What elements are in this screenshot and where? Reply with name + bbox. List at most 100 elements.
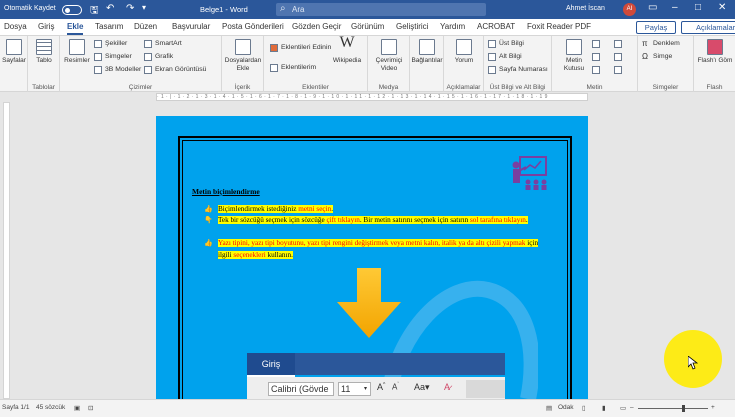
tab-design[interactable]: Tasarım [95,22,123,31]
tab-references[interactable]: Başvurular [172,22,210,31]
insert-from-files-label: Dosyalardan Ekle [224,57,262,72]
mouse-pointer-icon [688,356,698,370]
grow-font-icon[interactable]: A^ [377,382,385,392]
vertical-ruler[interactable] [3,102,10,399]
get-addins-button[interactable]: Eklentileri Edinin [270,44,332,52]
tab-developer[interactable]: Geliştirici [396,22,428,31]
get-addins-label: Eklentileri Edinin [281,44,332,51]
chart-button[interactable]: Grafik [144,53,173,61]
zoom-slider-thumb[interactable] [682,405,685,412]
accessibility-icon[interactable]: ⊡ [88,404,93,412]
save-icon[interactable]: 🖫 [90,3,99,20]
tab-home[interactable]: Giriş [38,22,54,31]
emphasis-text: metni seçin [298,205,332,213]
search-input[interactable]: Ara [276,2,486,16]
text-box-button[interactable]: Metin Kutusu [560,39,588,73]
group-label-text: Metin [586,84,603,91]
document-heading[interactable]: Metin biçimlendirme [192,187,260,196]
table-button[interactable]: Tablo [32,39,56,65]
smartart-button[interactable]: SmartArt [144,40,182,48]
bullet-2[interactable]: 👇 Tek bir sözcüğü seçmek için sözcüğe çi… [204,215,548,227]
horizontal-ruler[interactable]: ·1·|·1·2·1·3·1·4·1·5·1·6·1·7·1·8·1·9·1·1… [0,92,735,102]
customize-toolbar-icon[interactable]: ▾ [142,3,146,12]
header-button[interactable]: Üst Bilgi [488,40,524,48]
pictures-label: Resimler [64,57,90,64]
tab-file[interactable]: Dosya [4,22,27,31]
comment-button[interactable]: Yorum [448,39,480,65]
avatar[interactable]: AI [623,3,636,16]
minimize-icon[interactable]: – [672,2,678,13]
shapes-button[interactable]: Şekiller [94,40,127,48]
online-video-label: Çevrimiçi Video [375,57,403,72]
bullet-1[interactable]: 👍 Biçimlendirmek istediğiniz metni seçin… [204,204,548,216]
tab-insert[interactable]: Ekle [67,22,84,35]
print-layout-icon[interactable]: ▮ [602,404,606,412]
proofing-icon[interactable]: ▣ [74,404,80,412]
bullet-3-text: Yazı tipini, yazı tipi boyutunu, yazı ti… [218,239,539,259]
page-number-button[interactable]: Sayfa Numarası [488,66,548,74]
group-label-symbols: Simgeler [652,84,679,91]
read-mode-icon[interactable]: ▯ [582,404,586,412]
bullet-3[interactable]: 👍 Yazı tipini, yazı tipi boyutunu, yazı … [204,238,548,261]
embed-flash-button[interactable]: Flash'ı Göm [697,39,733,65]
comment-label: Yorum [454,57,474,64]
wikipedia-button[interactable]: W Wikipedia [330,35,364,65]
focus-mode[interactable]: Odak [558,404,574,411]
maximize-icon[interactable]: □ [695,2,701,13]
comments-button[interactable]: Açıklamalar [681,21,735,34]
icons-button[interactable]: Simgeler [94,53,132,61]
tab-review[interactable]: Gözden Geçir [292,22,341,31]
tab-mailings[interactable]: Posta Gönderileri [222,22,284,31]
links-button[interactable]: Bağlantılar [411,39,443,65]
comment-icon [456,39,472,55]
font-name-box[interactable]: Calibri (Gövde [268,382,334,396]
footer-label: Alt Bilgi [499,53,522,60]
shrink-font-icon[interactable]: Aˇ [392,382,399,392]
web-layout-icon[interactable]: ▭ [620,404,626,412]
online-video-button[interactable]: Çevrimiçi Video [370,39,408,73]
font-size-box[interactable]: 11 ▾ [338,382,371,396]
tab-layout[interactable]: Düzen [134,22,157,31]
group-label-illustrations: Çizimler [128,84,153,91]
zoom-out-icon[interactable]: – [630,404,634,411]
redo-icon[interactable]: ↷ [126,3,134,14]
group-label-tables: Tablolar [32,84,55,91]
equation-button[interactable]: π Denklem [642,39,680,48]
group-label-content: İçerik [234,84,251,91]
undo-icon[interactable]: ↶ [106,3,114,14]
zoom-in-icon[interactable]: + [711,404,715,411]
symbol-button[interactable]: Ω Simge [642,52,672,61]
tab-foxit[interactable]: Foxit Reader PDF [527,22,591,31]
group-label-media: Medya [378,84,399,91]
3d-models-button[interactable]: 3B Modeller [94,66,141,74]
zoom-slider[interactable] [638,408,708,409]
screenshot-button[interactable]: Ekran Görüntüsü [144,66,206,74]
my-addins-button[interactable]: Eklentilerim [270,64,316,72]
pictures-button[interactable]: Resimler [64,39,90,65]
tab-acrobat[interactable]: ACROBAT [477,22,515,31]
inset-tab-home[interactable]: Giriş [247,353,295,377]
page-count[interactable]: Sayfa 1/1 [2,404,29,411]
footer-button[interactable]: Alt Bilgi [488,53,522,61]
emphasis-text: Yazı tipini, yazı tipi boyutunu, yazı ti… [218,239,526,247]
ribbon: Sayfalar Tablo Tablolar Resimler Şekille… [0,35,735,92]
links-label: Bağlantılar [411,57,443,64]
tab-view[interactable]: Görünüm [351,22,384,31]
footer-icon [488,53,496,61]
body-text: . [331,205,333,213]
word-count[interactable]: 45 sözcük [36,404,65,411]
title-bar: Otomatik Kaydet 🖫 ↶ ↷ ▾ Belge1 - Word Ar… [0,0,735,19]
tab-help[interactable]: Yardım [440,22,465,31]
group-media: Çevrimiçi Video Medya [368,36,410,92]
document-search-icon [235,39,251,55]
change-case-icon[interactable]: Aa▾ [414,382,430,393]
clear-formatting-icon[interactable]: A̷ [444,382,450,392]
close-icon[interactable]: ✕ [718,2,726,13]
insert-from-files-button[interactable]: Dosyalardan Ekle [224,39,262,73]
pages-button[interactable]: Sayfalar [2,39,26,65]
ribbon-display-icon[interactable]: ▭ [648,2,657,13]
share-button[interactable]: Paylaş [636,21,676,34]
header-label: Üst Bilgi [499,40,524,47]
focus-icon[interactable]: ▤ [546,404,552,412]
autosave-toggle[interactable] [62,5,82,15]
